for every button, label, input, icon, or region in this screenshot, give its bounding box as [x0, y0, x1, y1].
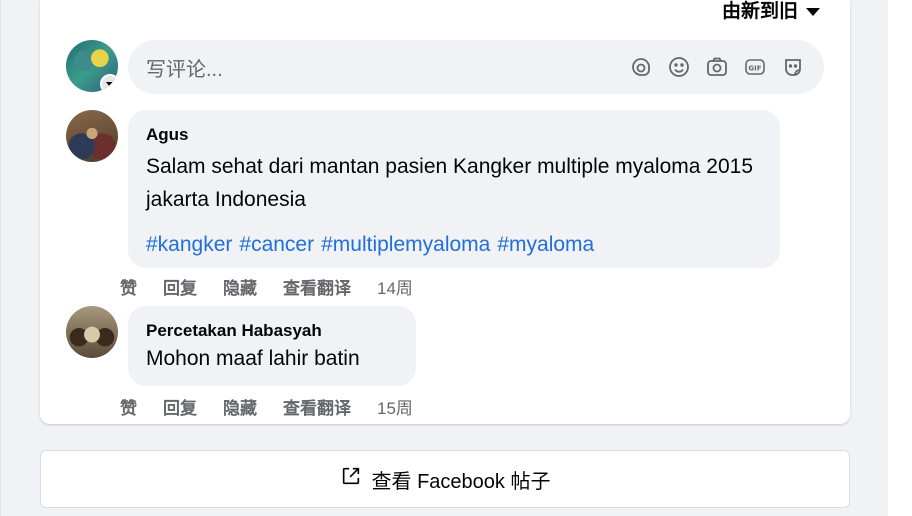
comment-input[interactable]: 写评论... GIF	[128, 40, 824, 94]
current-user-avatar[interactable]	[66, 40, 118, 92]
comment-bubble: Agus Salam sehat dari mantan pasien Kang…	[128, 110, 780, 268]
reply-button[interactable]: 回复	[163, 394, 197, 419]
composer-icons: GIF	[628, 54, 806, 80]
sticker-icon[interactable]	[628, 54, 654, 80]
avatar-sticker-icon[interactable]	[780, 54, 806, 80]
chevron-down-icon[interactable]	[100, 74, 118, 92]
comment-author[interactable]: Agus	[146, 124, 762, 146]
like-button[interactable]: 赞	[120, 274, 137, 299]
comments-card: 由新到旧 写评论... GIF Agus Salam sehat dari ma…	[40, 0, 850, 424]
sort-dropdown[interactable]: 由新到旧	[722, 0, 820, 23]
view-facebook-post-button[interactable]: 查看 Facebook 帖子	[40, 450, 850, 508]
comment-actions: 赞 回复 隐藏 查看翻译 15周	[120, 394, 413, 419]
hashtag-link[interactable]: #cancer	[239, 233, 314, 256]
hashtag-link[interactable]: #kangker	[146, 233, 232, 256]
commenter-avatar[interactable]	[66, 110, 118, 162]
emoji-icon[interactable]	[666, 54, 692, 80]
comment-timestamp[interactable]: 14周	[377, 274, 413, 299]
commenter-avatar[interactable]	[66, 306, 118, 358]
hide-button[interactable]: 隐藏	[223, 274, 257, 299]
caret-down-icon	[806, 7, 820, 16]
external-link-icon	[340, 465, 362, 493]
reply-button[interactable]: 回复	[163, 274, 197, 299]
comment-composer: 写评论... GIF	[66, 40, 826, 94]
view-facebook-post-label: 查看 Facebook 帖子	[371, 470, 551, 493]
hide-button[interactable]: 隐藏	[223, 394, 257, 419]
comment-input-placeholder: 写评论...	[146, 58, 223, 81]
page-edge	[888, 0, 912, 516]
comment-timestamp[interactable]: 15周	[377, 394, 413, 419]
see-translation-button[interactable]: 查看翻译	[283, 274, 351, 299]
svg-text:GIF: GIF	[748, 65, 761, 73]
comment-text: Salam sehat dari mantan pasien Kangker m…	[146, 155, 754, 211]
like-button[interactable]: 赞	[120, 394, 137, 419]
comment-bubble: Percetakan Habasyah Mohon maaf lahir bat…	[128, 306, 416, 386]
hashtag-link[interactable]: #myaloma	[497, 233, 594, 256]
comment-author[interactable]: Percetakan Habasyah	[146, 320, 398, 342]
sort-label: 由新到旧	[721, 1, 798, 22]
comment-actions: 赞 回复 隐藏 查看翻译 14周	[120, 274, 413, 299]
comment-hashtags: #kangker #cancer #multiplemyaloma #myaloma	[146, 230, 762, 260]
see-translation-button[interactable]: 查看翻译	[283, 394, 351, 419]
comment-text: Mohon maaf lahir batin	[146, 347, 360, 370]
gif-icon[interactable]: GIF	[742, 54, 768, 80]
camera-icon[interactable]	[704, 54, 730, 80]
hashtag-link[interactable]: #multiplemyaloma	[321, 233, 490, 256]
